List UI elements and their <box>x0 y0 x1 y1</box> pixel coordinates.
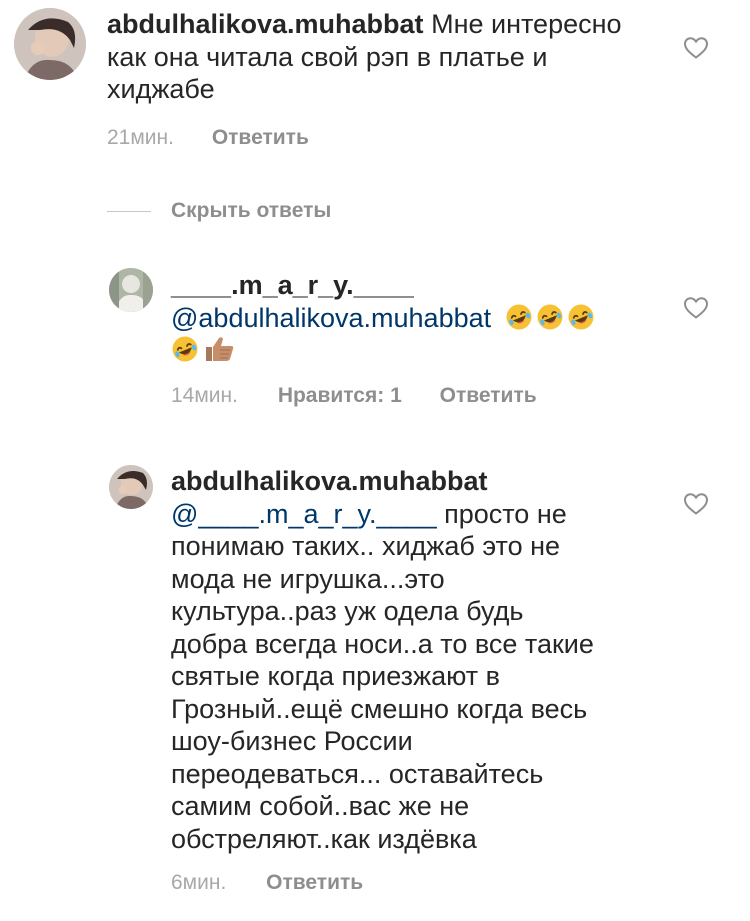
comment-username[interactable]: abdulhalikova.muhabbat <box>107 9 424 39</box>
like-heart-icon[interactable] <box>683 492 709 516</box>
reply-text-line: святые когда приезжают в <box>171 661 500 691</box>
reply-text-line: шоу-бизнес России <box>171 726 413 756</box>
avatar[interactable] <box>14 8 86 80</box>
emoji-laugh-icon <box>171 335 199 363</box>
reply-text-line: Грозный..ещё смешно когда весь <box>171 693 588 724</box>
reply-time: 14мин. <box>171 384 238 407</box>
reply-text-line: добра всегда носи..а то все такие <box>171 628 594 659</box>
emoji-laugh-icon <box>567 303 595 331</box>
reply-meta: 14мин. Нравится: 1 Ответить <box>171 384 537 408</box>
reply-text-line: мода не игрушка...это <box>171 563 445 594</box>
avatar[interactable] <box>109 465 153 509</box>
reply-body: ____.m_a_r_y.____ @abdulhalikova.muhabba… <box>171 269 651 367</box>
reply-meta: 6мин. Ответить <box>171 871 363 895</box>
comment-time: 21мин. <box>107 126 174 149</box>
like-heart-icon[interactable] <box>683 296 709 320</box>
reply-username[interactable]: ____.m_a_r_y.____ <box>171 269 651 302</box>
emoji-thumbs-up-icon <box>202 335 236 363</box>
hide-replies-button[interactable]: Скрыть ответы <box>107 198 331 224</box>
reply-text-line: понимаю таких.. хиджаб это не <box>171 531 561 561</box>
reply-body: abdulhalikova.muhabbat @____.m_a_r_y.___… <box>171 465 651 855</box>
emoji-laugh-icon <box>536 303 564 331</box>
reply-time: 6мин. <box>171 871 227 894</box>
mention-link[interactable]: @____.m_a_r_y.____ <box>171 499 437 529</box>
reply-text-line: просто не <box>436 498 567 529</box>
reply-username[interactable]: abdulhalikova.muhabbat <box>171 465 651 498</box>
avatar[interactable] <box>109 268 153 312</box>
reply-button[interactable]: Ответить <box>266 871 363 894</box>
comment-body: abdulhalikova.muhabbat Мне интересно как… <box>107 8 627 106</box>
reply-button[interactable]: Ответить <box>212 126 309 149</box>
emoji-laugh-icon <box>505 303 533 331</box>
mention-link[interactable]: @abdulhalikova.muhabbat <box>171 303 491 333</box>
hide-replies-label: Скрыть ответы <box>171 199 332 222</box>
reply-button[interactable]: Ответить <box>440 384 537 407</box>
likes-count-button[interactable]: Нравится: 1 <box>278 384 402 407</box>
reply-text-line: обстреляют..как издёвка <box>171 823 477 854</box>
reply-text-line: переодеваться... оставайтесь <box>171 758 544 789</box>
comment-meta: 21мин. Ответить <box>107 126 309 150</box>
like-heart-icon[interactable] <box>683 36 709 60</box>
reply-text-line: культура..раз уж одела будь <box>171 596 524 626</box>
replies-divider <box>107 210 151 212</box>
reply-text-line: самим собой..вас же не <box>171 791 470 821</box>
